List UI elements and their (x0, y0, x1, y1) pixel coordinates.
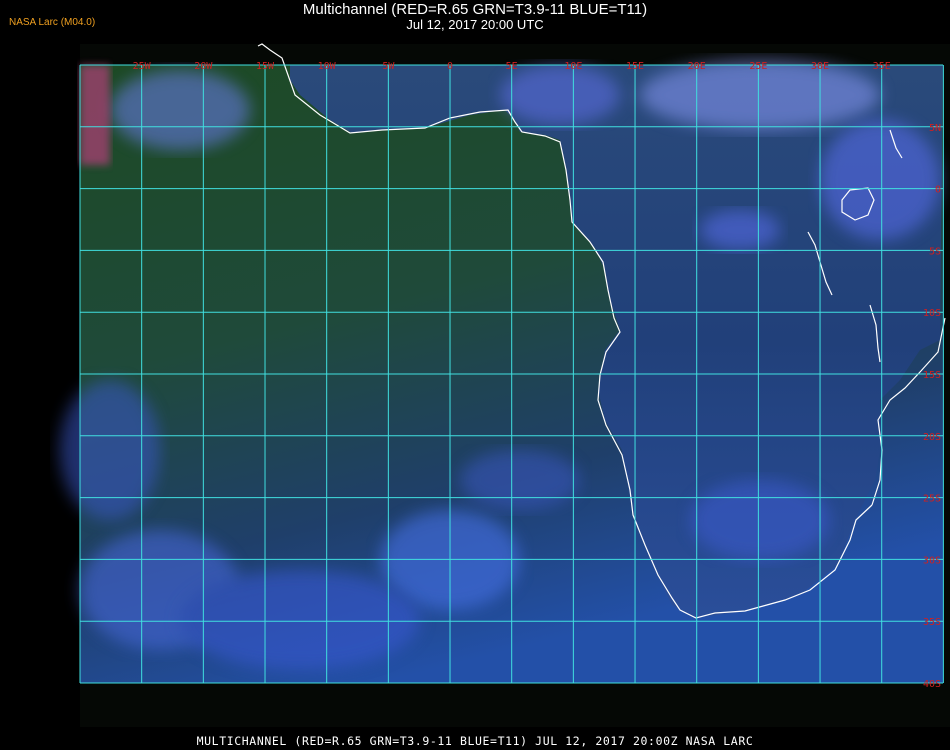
latitude-label: 35S (923, 617, 941, 628)
longitude-label: 20E (688, 61, 706, 72)
latitude-label: 5N (929, 123, 941, 134)
longitude-label: 10E (564, 61, 582, 72)
latitude-label: 30S (923, 555, 941, 566)
footer-caption: MULTICHANNEL (RED=R.65 GRN=T3.9-11 BLUE=… (196, 734, 754, 748)
longitude-label: 5E (506, 61, 518, 72)
longitude-label: 25W (133, 61, 152, 72)
latitude-label: 5S (929, 246, 941, 257)
longitude-label: 20W (194, 61, 213, 72)
latitude-label: 25S (923, 494, 941, 505)
longitude-label: 10W (318, 61, 337, 72)
longitude-label: 25E (749, 61, 767, 72)
latitude-label: 10S (923, 308, 941, 319)
longitude-label: 30E (811, 61, 829, 72)
map-title: Multichannel (RED=R.65 GRN=T3.9-11 BLUE=… (302, 1, 648, 18)
producer-credit: NASA Larc (M04.0) (9, 17, 96, 28)
longitude-label: 0 (447, 61, 453, 72)
latitude-label: 0 (935, 185, 941, 196)
latitude-label: 40S (923, 679, 941, 690)
latitude-label: 20S (923, 432, 941, 443)
latitude-label: 15S (923, 370, 941, 381)
satellite-map: 25W 20W 15W 10W 5W 0 5E 10E 15E 20E 25E 30E 35E 5N 0 5… (60, 43, 950, 727)
map-timestamp: Jul 12, 2017 20:00 UTC (406, 17, 544, 32)
longitude-label: 5W (382, 61, 395, 72)
longitude-label: 15W (256, 61, 275, 72)
longitude-label: 35E (873, 61, 891, 72)
cloud-top-left-pink (80, 65, 110, 165)
longitude-label: 15E (626, 61, 644, 72)
